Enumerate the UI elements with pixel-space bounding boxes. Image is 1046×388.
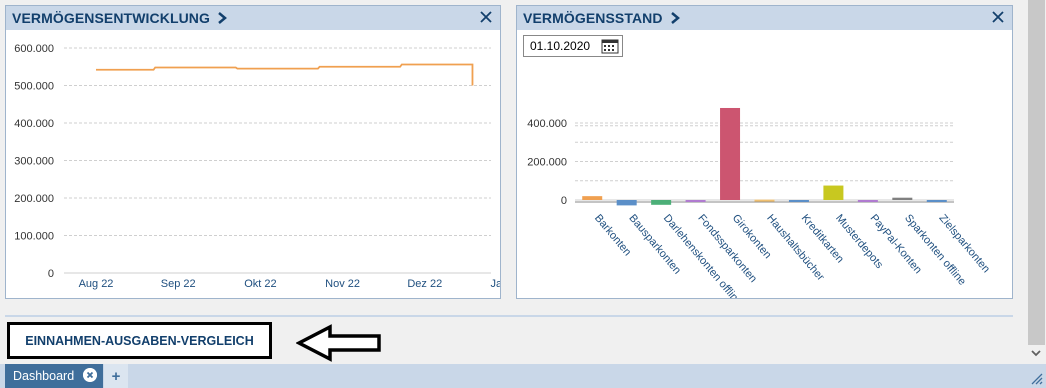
panel-title-link[interactable]: VERMÖGENSENTWICKLUNG bbox=[12, 10, 210, 26]
add-tab-button[interactable]: + bbox=[104, 364, 128, 388]
tab-bar bbox=[0, 364, 1046, 388]
y-tick-label: 100.000 bbox=[14, 231, 54, 243]
tab-label: Dashboard bbox=[13, 369, 75, 383]
chevron-right-icon[interactable] bbox=[669, 11, 681, 25]
bar bbox=[926, 200, 947, 202]
eav-section-header[interactable]: EINNAHMEN-AUSGABEN-VERGLEICH bbox=[7, 322, 272, 359]
close-tab-icon[interactable] bbox=[83, 368, 97, 382]
bar bbox=[651, 200, 672, 205]
vermoegensstand-panel: VERMÖGENSSTAND 01.10.2020 0 200.000 400.00… bbox=[516, 5, 1013, 308]
y-tick-label: 200.000 bbox=[527, 157, 567, 169]
x-tick-label: Sep 22 bbox=[161, 278, 196, 290]
date-field[interactable]: 01.10.2020 bbox=[523, 35, 623, 57]
bar bbox=[788, 200, 809, 202]
section-divider bbox=[5, 315, 1013, 317]
x-tick-label: Sparkonten offline bbox=[902, 212, 968, 287]
panel-header: VERMÖGENSENTWICKLUNG bbox=[6, 6, 500, 30]
arrow-left-icon bbox=[296, 324, 381, 362]
y-tick-label: 500.000 bbox=[14, 81, 54, 93]
bar-chart: 0200.000400.000BarkontenBausparkontenDar… bbox=[527, 107, 992, 308]
bar bbox=[616, 200, 637, 206]
series-line bbox=[96, 63, 474, 86]
x-tick-label: Fondssparkonten bbox=[695, 212, 759, 285]
eav-title: EINNAHMEN-AUSGABEN-VERGLEICH bbox=[25, 333, 254, 348]
chevron-right-icon[interactable] bbox=[216, 11, 228, 25]
close-icon[interactable] bbox=[990, 9, 1006, 25]
tab-dashboard[interactable]: Dashboard bbox=[5, 364, 103, 388]
panel-header: VERMÖGENSSTAND bbox=[517, 6, 1012, 30]
y-tick-label: 0 bbox=[48, 268, 54, 280]
bar bbox=[892, 197, 913, 200]
y-tick-label: 400.000 bbox=[14, 118, 54, 130]
panel-title-link[interactable]: VERMÖGENSSTAND bbox=[523, 10, 663, 26]
x-tick-label: Okt 22 bbox=[244, 278, 276, 290]
vermoegensentwicklung-panel: VERMÖGENSENTWICKLUNG 0 100.000 200.000 300.… bbox=[5, 5, 524, 299]
calendar-icon[interactable] bbox=[601, 38, 619, 54]
bar bbox=[823, 185, 844, 200]
bar bbox=[685, 200, 706, 202]
x-tick-label: Aug 22 bbox=[79, 278, 114, 290]
close-icon[interactable] bbox=[478, 9, 494, 25]
y-tick-label: 400.000 bbox=[527, 118, 567, 130]
scrollbar-thumb[interactable] bbox=[1028, 0, 1045, 345]
x-tick-label: Dez 22 bbox=[407, 278, 442, 290]
line-chart: 0 100.000 200.000 300.000 400.000 500.000 600.… bbox=[14, 43, 523, 290]
y-tick-label: 300.000 bbox=[14, 156, 54, 168]
x-tick-label: Jan 23 bbox=[490, 278, 500, 290]
date-value: 01.10.2020 bbox=[530, 39, 591, 53]
scroll-down-icon[interactable] bbox=[1030, 348, 1042, 358]
y-tick-label: 0 bbox=[561, 195, 567, 207]
bar bbox=[754, 199, 775, 202]
resize-grip-icon[interactable] bbox=[1029, 371, 1043, 385]
y-tick-label: 200.000 bbox=[14, 193, 54, 205]
bar bbox=[582, 196, 603, 200]
x-tick-label: Nov 22 bbox=[325, 278, 360, 290]
bar bbox=[857, 200, 878, 202]
bar bbox=[720, 107, 741, 200]
y-tick-label: 600.000 bbox=[14, 43, 54, 55]
